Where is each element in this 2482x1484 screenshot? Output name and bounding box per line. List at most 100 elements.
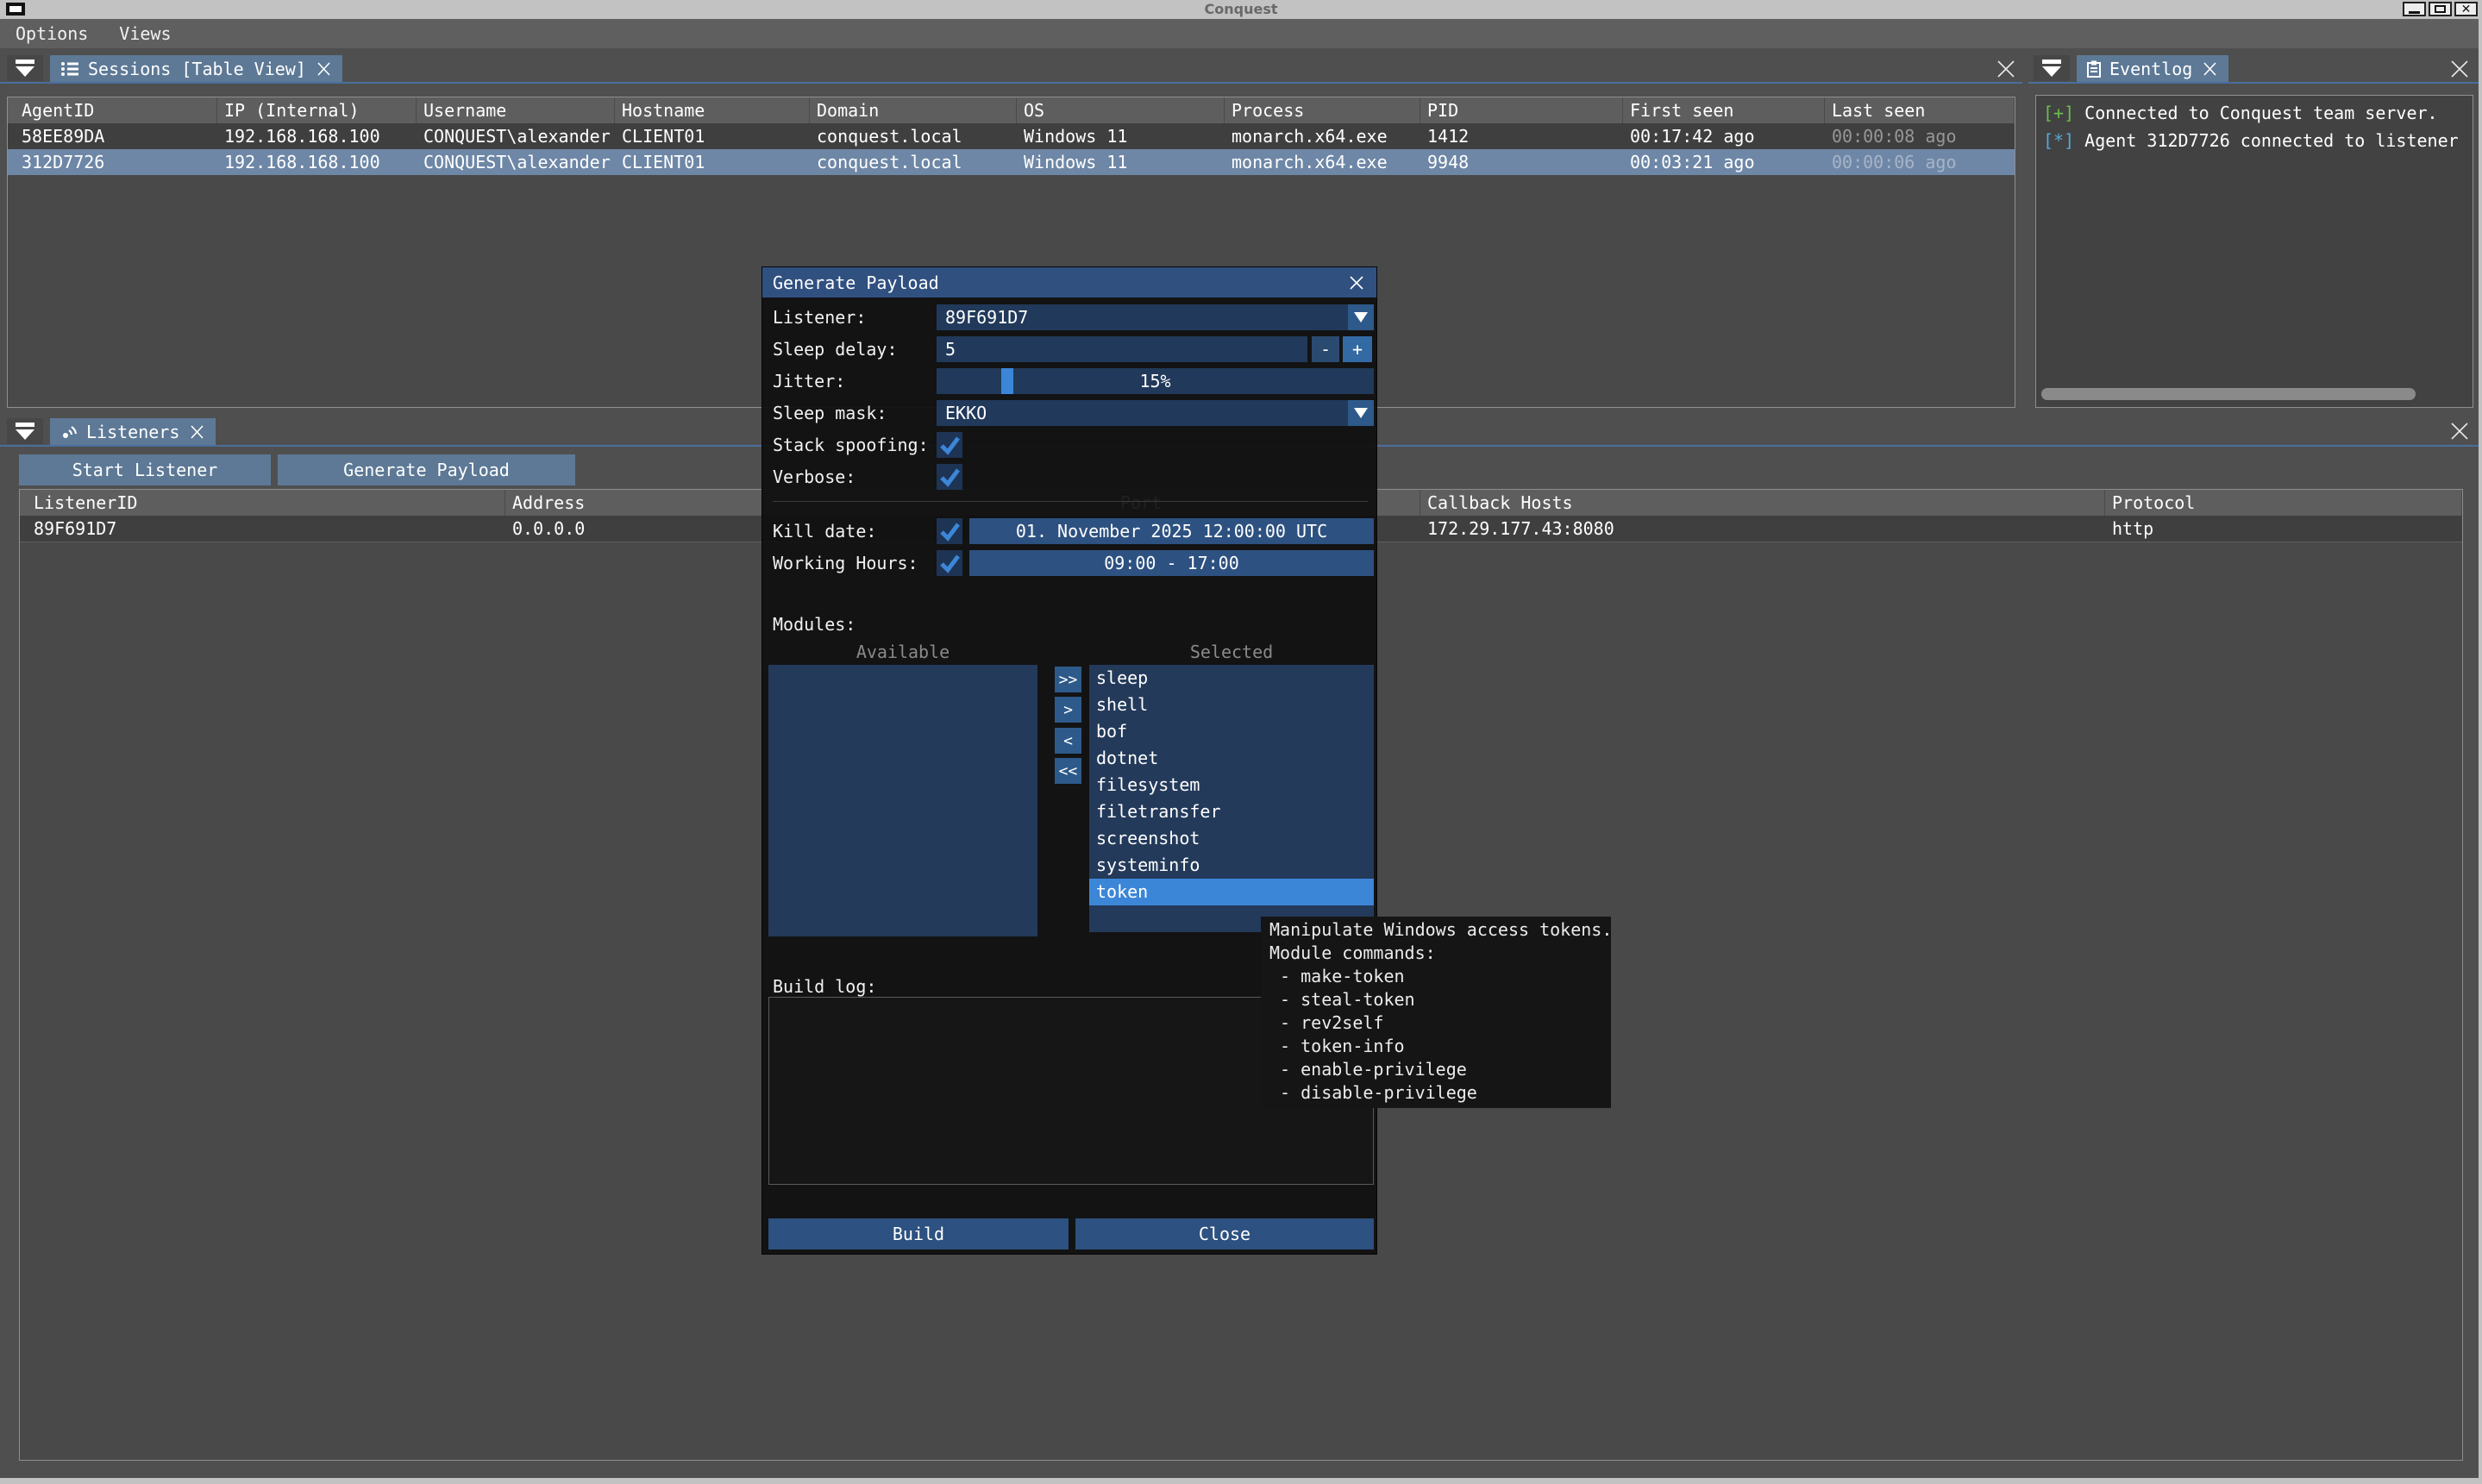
listener-combobox[interactable]: 89F691D7 bbox=[937, 304, 1374, 330]
tooltip-line: - enable-privilege bbox=[1269, 1058, 1602, 1081]
module-item[interactable]: bof bbox=[1089, 718, 1374, 745]
tab-listeners[interactable]: Listeners bbox=[50, 418, 216, 445]
checkmark-icon bbox=[937, 518, 962, 544]
eventlog-output: [+] Connected to Conquest team server. [… bbox=[2035, 95, 2473, 408]
eventlog-collapse-button[interactable] bbox=[2034, 55, 2070, 81]
tab-eventlog-label: Eventlog bbox=[2109, 59, 2192, 79]
tooltip-line: - rev2self bbox=[1269, 1011, 1602, 1035]
dialog-close-icon[interactable] bbox=[1347, 273, 1366, 292]
column-header-username[interactable]: Username bbox=[417, 97, 615, 123]
build-log-label: Build log: bbox=[773, 974, 876, 999]
close-icon: ✕ bbox=[2461, 3, 2472, 16]
generate-payload-button[interactable]: Generate Payload bbox=[278, 454, 575, 485]
checkmark-icon bbox=[937, 550, 962, 576]
modules-label: Modules: bbox=[773, 611, 856, 637]
column-header-lastseen[interactable]: Last seen bbox=[1825, 97, 2015, 123]
cell-agentid: 58EE89DA bbox=[8, 123, 217, 149]
module-item[interactable]: dotnet bbox=[1089, 745, 1374, 772]
eventlog-line: [*] Agent 312D7726 connected to listener bbox=[2043, 127, 2466, 154]
working-hours-field[interactable]: 09:00 - 17:00 bbox=[969, 550, 1374, 576]
module-item[interactable]: shell bbox=[1089, 692, 1374, 718]
eventlog-panel-close-icon[interactable] bbox=[2449, 59, 2470, 79]
sessions-tab-underline bbox=[0, 82, 2022, 84]
menu-options[interactable]: Options bbox=[16, 23, 88, 44]
session-row-selected[interactable]: 312D7726 192.168.168.100 CONQUEST\alexan… bbox=[8, 149, 2015, 175]
chevron-down-icon bbox=[1354, 408, 1368, 418]
listeners-panel-close-icon[interactable] bbox=[2449, 421, 2470, 441]
cell-ip: 192.168.168.100 bbox=[217, 149, 417, 175]
listener-dropdown-button[interactable] bbox=[1348, 304, 1374, 330]
column-header-callbackhosts[interactable]: Callback Hosts bbox=[1420, 490, 2105, 516]
module-item[interactable]: systeminfo bbox=[1089, 852, 1374, 879]
move-all-left-button[interactable]: << bbox=[1055, 758, 1081, 784]
sleep-delay-label: Sleep delay: bbox=[773, 336, 898, 362]
column-header-hostname[interactable]: Hostname bbox=[615, 97, 810, 123]
sessions-collapse-button[interactable] bbox=[7, 55, 43, 81]
column-header-protocol[interactable]: Protocol bbox=[2105, 490, 2462, 516]
start-listener-button[interactable]: Start Listener bbox=[19, 454, 271, 485]
tab-sessions-close-icon[interactable] bbox=[315, 60, 332, 78]
app-window: Conquest ✕ Options Views Sessions [Table… bbox=[0, 0, 2482, 1484]
column-header-process[interactable]: Process bbox=[1225, 97, 1420, 123]
jitter-value: 15% bbox=[937, 368, 1374, 394]
eventlog-horizontal-scrollbar[interactable] bbox=[2041, 388, 2416, 400]
working-hours-label: Working Hours: bbox=[773, 550, 918, 576]
column-header-domain[interactable]: Domain bbox=[810, 97, 1017, 123]
checkmark-icon bbox=[937, 432, 962, 458]
sleep-mask-dropdown-button[interactable] bbox=[1348, 400, 1374, 426]
maximize-button[interactable] bbox=[2429, 2, 2452, 16]
window-title: Conquest bbox=[0, 1, 2482, 17]
tooltip-line: - steal-token bbox=[1269, 988, 1602, 1011]
minimize-button[interactable] bbox=[2403, 2, 2426, 16]
table-list-icon bbox=[60, 61, 79, 77]
close-button[interactable]: ✕ bbox=[2454, 2, 2478, 16]
sleep-mask-combobox[interactable]: EKKO bbox=[937, 400, 1374, 426]
column-header-os[interactable]: OS bbox=[1017, 97, 1225, 123]
selected-header: Selected bbox=[1089, 642, 1374, 662]
column-header-agentid[interactable]: AgentID bbox=[8, 97, 217, 123]
tab-eventlog-close-icon[interactable] bbox=[2201, 60, 2218, 78]
jitter-slider[interactable]: 15% bbox=[937, 368, 1374, 394]
tab-listeners-close-icon[interactable] bbox=[188, 423, 205, 441]
stack-spoofing-checkbox[interactable] bbox=[937, 432, 962, 458]
column-header-listenerid[interactable]: ListenerID bbox=[20, 490, 505, 516]
minimize-icon bbox=[2409, 11, 2420, 14]
tooltip-line: Module commands: bbox=[1269, 942, 1602, 965]
cell-ip: 192.168.168.100 bbox=[217, 123, 417, 149]
tab-eventlog[interactable]: Eventlog bbox=[2077, 55, 2228, 82]
sleep-delay-decrement-button[interactable]: - bbox=[1312, 336, 1339, 362]
tooltip-line: - disable-privilege bbox=[1269, 1081, 1602, 1105]
kill-date-field[interactable]: 01. November 2025 12:00:00 UTC bbox=[969, 518, 1374, 544]
module-item[interactable]: filetransfer bbox=[1089, 798, 1374, 825]
module-item[interactable]: filesystem bbox=[1089, 772, 1374, 798]
broadcast-icon bbox=[60, 423, 78, 441]
dialog-titlebar[interactable]: Generate Payload bbox=[762, 267, 1376, 297]
module-item[interactable]: sleep bbox=[1089, 665, 1374, 692]
module-item-highlighted[interactable]: token bbox=[1089, 879, 1374, 905]
cell-username: CONQUEST\alexander bbox=[417, 149, 615, 175]
available-modules-list[interactable] bbox=[768, 665, 1037, 936]
sessions-panel-close-icon[interactable] bbox=[1996, 59, 2016, 79]
menu-views[interactable]: Views bbox=[119, 23, 171, 44]
tab-sessions[interactable]: Sessions [Table View] bbox=[50, 55, 342, 82]
listeners-collapse-button[interactable] bbox=[7, 418, 43, 444]
eventlog-prefix: [+] bbox=[2043, 103, 2074, 123]
move-right-button[interactable]: > bbox=[1055, 697, 1081, 723]
close-dialog-button[interactable]: Close bbox=[1075, 1218, 1374, 1249]
kill-date-checkbox[interactable] bbox=[937, 518, 962, 544]
sleep-delay-increment-button[interactable]: + bbox=[1343, 336, 1372, 362]
module-item[interactable]: screenshot bbox=[1089, 825, 1374, 852]
move-left-button[interactable]: < bbox=[1055, 728, 1081, 754]
working-hours-checkbox[interactable] bbox=[937, 550, 962, 576]
build-button[interactable]: Build bbox=[768, 1218, 1069, 1249]
session-row[interactable]: 58EE89DA 192.168.168.100 CONQUEST\alexan… bbox=[8, 123, 2015, 149]
sleep-delay-input[interactable]: 5 bbox=[937, 336, 1307, 362]
cell-process: monarch.x64.exe bbox=[1225, 149, 1420, 175]
stack-spoofing-label: Stack spoofing: bbox=[773, 432, 929, 458]
column-header-pid[interactable]: PID bbox=[1420, 97, 1623, 123]
column-header-firstseen[interactable]: First seen bbox=[1623, 97, 1825, 123]
column-header-ip[interactable]: IP (Internal) bbox=[217, 97, 417, 123]
move-all-right-button[interactable]: >> bbox=[1055, 667, 1081, 692]
cell-pid: 9948 bbox=[1420, 149, 1623, 175]
verbose-checkbox[interactable] bbox=[937, 464, 962, 490]
